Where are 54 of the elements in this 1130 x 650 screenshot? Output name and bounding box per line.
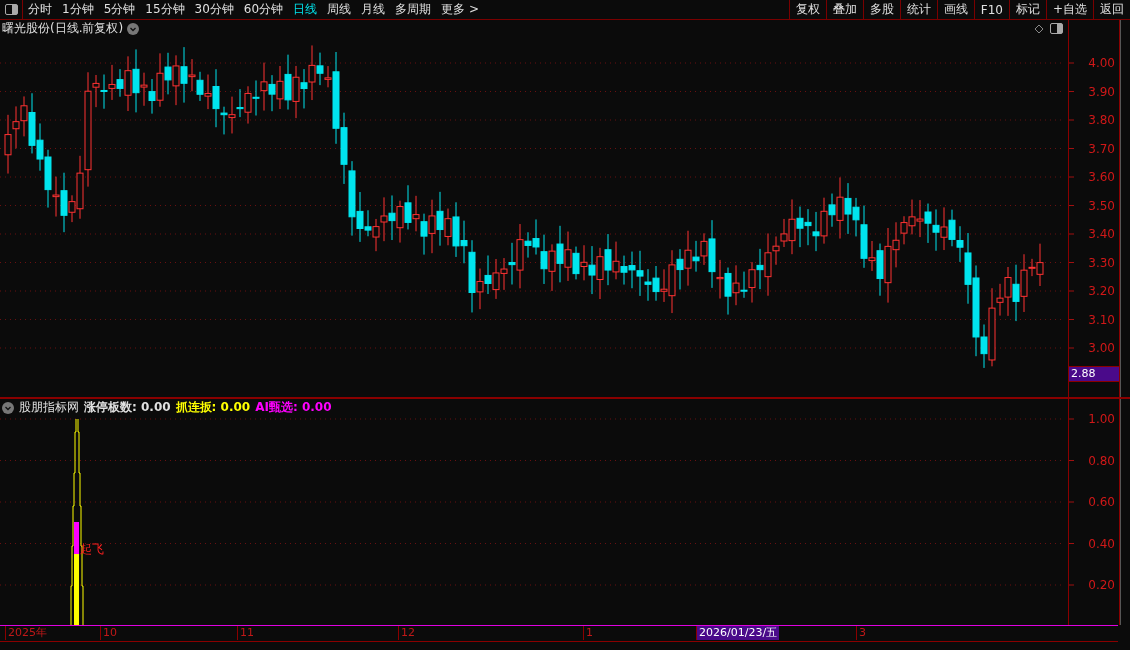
date-label: 12 [398,626,417,640]
date-label: 11 [237,626,256,640]
last-price-label: 2.88 [1069,366,1120,382]
price-tick: 3.50 [1088,198,1116,213]
period-tab[interactable]: 周线 [322,0,357,19]
indicator-value: 涨停板数: 0.00 [84,399,171,416]
date-label: 2026/01/23/五 [696,626,780,640]
date-label: 3 [856,626,868,640]
indicator-name: 股朋指标网 [19,399,79,416]
period-tab[interactable]: 60分钟 [238,0,289,19]
chart-title: 曙光股份(日线.前复权) [2,20,124,37]
toolbar-button[interactable]: 画线 [936,0,974,19]
period-tab[interactable]: 30分钟 [189,0,239,19]
date-label: 10 [100,626,119,640]
indicator-tick: 0.20 [1088,578,1116,592]
toolbar-button[interactable]: +自选 [1045,0,1093,19]
indicator-tick: 0.40 [1088,536,1116,551]
price-tick: 3.40 [1088,227,1116,241]
period-tab[interactable]: 更多 > [436,0,484,19]
date-label: 1 [583,626,595,640]
period-tab[interactable]: 5分钟 [98,0,141,19]
price-tick: 3.90 [1088,84,1116,99]
price-tick: 4.00 [1088,56,1116,70]
toolbar-button[interactable]: 复权 [788,0,826,19]
period-tab[interactable]: 1分钟 [57,0,99,19]
period-tab[interactable]: 多周期 [390,0,437,19]
signal-label: 起飞 [80,541,104,558]
indicator-tick: 1.00 [1088,412,1116,426]
period-tab[interactable]: 分时 [23,0,57,19]
indicator-value: 抓连扳: 0.00 [175,399,251,416]
toolbar-button[interactable]: F10 [973,0,1009,19]
price-tick: 3.60 [1088,170,1116,184]
indicator-value: AI甄选: 0.00 [255,399,332,416]
toolbar-button[interactable]: 多股 [862,0,900,19]
toolbar-button[interactable]: 统计 [899,0,937,19]
period-tab[interactable]: 月线 [356,0,391,19]
toolbar-button[interactable]: 叠加 [825,0,863,19]
period-tab[interactable]: 15分钟 [140,0,190,19]
toolbar-button[interactable]: 返回 [1093,0,1130,19]
diamond-icon[interactable] [1034,23,1045,34]
price-tick: 3.30 [1088,255,1116,270]
panel-toggle-icon[interactable] [1048,21,1065,36]
toolbar-button[interactable]: 标记 [1008,0,1046,19]
indicator-tick: 0.60 [1088,495,1116,509]
dropdown-icon[interactable] [2,401,14,414]
indicator-tick: 0.80 [1088,453,1116,468]
price-tick: 3.80 [1088,113,1116,127]
price-tick: 3.20 [1088,284,1116,298]
dropdown-icon[interactable] [127,22,140,35]
date-label: 2025年 [5,626,49,640]
price-tick: 3.10 [1088,312,1116,327]
price-tick: 3.70 [1088,141,1116,156]
price-tick: 3.00 [1088,341,1116,355]
period-tab[interactable]: 日线 [288,0,323,19]
